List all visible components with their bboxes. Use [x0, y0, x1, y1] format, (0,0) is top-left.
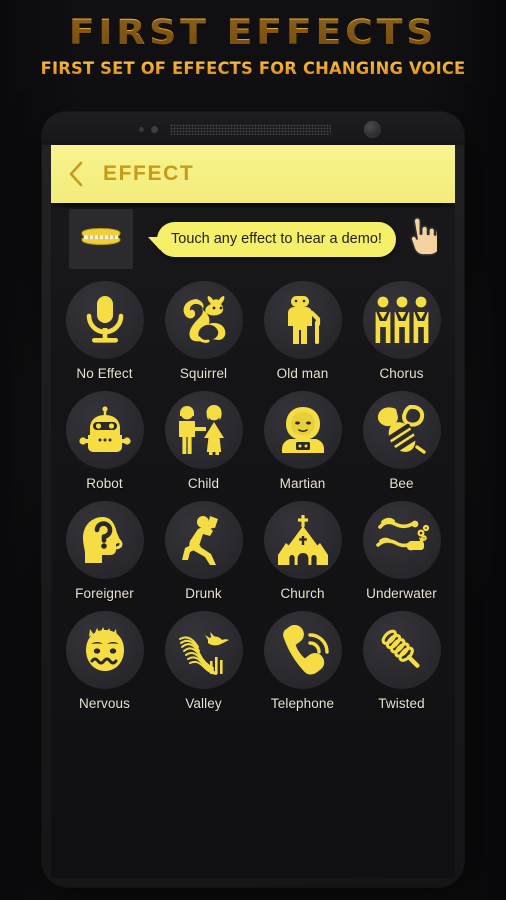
effect-icon-disc	[65, 391, 144, 469]
effect-label: Drunk	[185, 586, 222, 601]
effect-tile-bee[interactable]: Bee	[352, 391, 451, 491]
promo-header: FIRST EFFECTS FIRST SET OF EFFECTS FOR C…	[0, 0, 506, 78]
corkscrew-spiral-icon	[381, 629, 420, 668]
effect-icon-disc	[362, 611, 441, 689]
effect-tile-underwater[interactable]: Underwater	[352, 501, 451, 601]
effect-icon-disc	[65, 281, 144, 359]
pointing-hand-icon	[410, 216, 442, 256]
effect-icon-disc	[65, 501, 144, 579]
mouth-thumbnail	[69, 209, 133, 269]
app-bar-title: EFFECT	[103, 162, 195, 185]
phone-screen: EFFECT Touch any effect to hear a demo! …	[51, 145, 455, 878]
three-people-icon	[375, 296, 428, 343]
app-bar: EFFECT	[51, 145, 455, 203]
nervous-face-icon	[85, 627, 124, 671]
old-man-cane-icon	[287, 296, 320, 344]
effect-label: Valley	[185, 696, 222, 711]
effect-tile-old-man[interactable]: Old man	[253, 281, 352, 381]
effect-icon-disc	[164, 281, 243, 359]
scuba-diver-icon	[375, 517, 429, 551]
promo-screenshot: FIRST EFFECTS FIRST SET OF EFFECTS FOR C…	[0, 0, 506, 900]
effect-icon-disc	[362, 391, 441, 469]
robot-icon	[78, 406, 131, 452]
effect-label: Telephone	[270, 696, 335, 711]
demo-hint-row: Touch any effect to hear a demo!	[51, 203, 455, 275]
effect-label: Martian	[279, 476, 326, 491]
effect-tile-valley[interactable]: Valley	[154, 611, 253, 711]
phone-top-bezel	[42, 112, 464, 145]
effect-tile-child[interactable]: Child	[154, 391, 253, 491]
effect-label: Chorus	[379, 366, 424, 381]
page-title: FIRST EFFECTS	[0, 0, 506, 53]
effect-label: Child	[187, 476, 220, 491]
microphone-icon	[86, 296, 123, 343]
light-sensor-dot-icon	[151, 126, 158, 133]
effect-label: Church	[280, 586, 325, 601]
effect-label: Foreigner	[75, 586, 134, 601]
effect-icon-disc	[362, 281, 441, 359]
church-icon	[277, 515, 328, 565]
boy-and-girl-icon	[178, 405, 224, 455]
effect-icon-disc	[362, 501, 441, 579]
effect-label: Robot	[86, 476, 123, 491]
phone-mockup: EFFECT Touch any effect to hear a demo! …	[42, 112, 464, 887]
effect-tile-robot[interactable]: Robot	[55, 391, 154, 491]
effect-tile-nervous[interactable]: Nervous	[55, 611, 154, 711]
effect-label: No Effect	[76, 366, 133, 381]
effect-label: Nervous	[79, 696, 130, 711]
effect-tile-twisted[interactable]: Twisted	[352, 611, 451, 711]
earpiece-speaker-grille-icon	[170, 124, 331, 135]
effect-tile-drunk[interactable]: Drunk	[154, 501, 253, 601]
telephone-handset-icon	[282, 625, 329, 675]
effect-icon-disc	[263, 501, 342, 579]
effect-icon-disc	[263, 281, 342, 359]
effect-icon-disc	[164, 611, 243, 689]
demo-hint-bubble: Touch any effect to hear a demo!	[148, 221, 396, 257]
drinking-runner-icon	[181, 516, 218, 565]
pointing-hand-cursor	[403, 215, 442, 264]
effect-tile-no-effect[interactable]: No Effect	[55, 281, 154, 381]
effect-label: Old man	[276, 366, 329, 381]
effect-icon-disc	[65, 611, 144, 689]
squirrel-icon	[183, 296, 225, 343]
astronaut-icon	[281, 407, 324, 453]
chevron-left-icon	[69, 161, 82, 187]
effect-icon-disc	[164, 391, 243, 469]
head-question-mark-icon	[82, 517, 123, 563]
effect-label: Squirrel	[179, 366, 228, 381]
valley-bird-icon	[178, 632, 229, 675]
page-subtitle: FIRST SET OF EFFECTS FOR CHANGING VOICE	[3, 59, 504, 78]
back-button[interactable]	[51, 145, 99, 203]
mouth-teeth-icon	[81, 228, 121, 245]
effect-label: Underwater	[366, 586, 437, 601]
effect-icon-disc	[263, 391, 342, 469]
effect-tile-church[interactable]: Church	[253, 501, 352, 601]
effect-tile-foreigner[interactable]: Foreigner	[55, 501, 154, 601]
effect-tile-chorus[interactable]: Chorus	[352, 281, 451, 381]
front-camera-lens-icon	[364, 121, 381, 138]
effect-tile-telephone[interactable]: Telephone	[253, 611, 352, 711]
effect-label: Twisted	[378, 696, 425, 711]
bee-icon	[377, 405, 426, 454]
effect-icon-disc	[164, 501, 243, 579]
effect-tile-squirrel[interactable]: Squirrel	[154, 281, 253, 381]
proximity-sensor-dot-icon	[139, 127, 144, 132]
effect-tile-martian[interactable]: Martian	[253, 391, 352, 491]
effects-grid: No Effect Squirrel Old man Chorus Robot …	[51, 275, 455, 711]
effect-label: Bee	[389, 476, 414, 491]
effect-icon-disc	[263, 611, 342, 689]
